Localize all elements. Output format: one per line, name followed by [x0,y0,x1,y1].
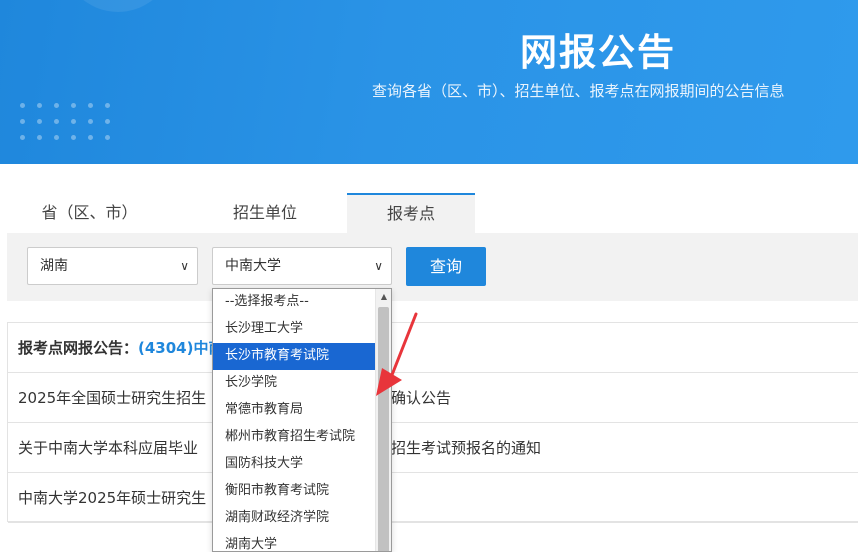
tab-exam-site[interactable]: 报考点 [347,193,475,233]
decorative-dot [88,135,93,140]
dropdown-option[interactable]: 长沙理工大学 [213,316,375,343]
dropdown-option-selected[interactable]: 长沙市教育考试院 [213,343,375,370]
dropdown-option[interactable]: 衡阳市教育考试院 [213,478,375,505]
decorative-dot [105,135,110,140]
tab-institution[interactable]: 招生单位 [181,194,349,232]
dropdown-option[interactable]: 湖南大学 [213,532,375,551]
dropdown-option[interactable]: 国防科技大学 [213,451,375,478]
dropdown-option[interactable]: 湖南财政经济学院 [213,505,375,532]
province-select[interactable]: 湖南 ∨ [27,247,198,285]
query-button[interactable]: 查询 [406,247,486,286]
notice-table: 报考点网报公告：(4304)中南 2025年全国硕士研究生招生 确认公告 关于中… [7,322,858,523]
notice-row-title-start[interactable]: 中南大学2025年硕士研究生 [18,489,206,507]
decorative-dot [54,103,59,108]
decorative-dot [54,119,59,124]
scroll-up-arrow-icon[interactable]: ▲ [376,289,391,305]
page-title: 网报公告 [520,31,676,74]
decorative-dot [37,103,42,108]
decorative-dot [71,135,76,140]
table-header-code: (4304)中南 [138,339,224,357]
decorative-dot [20,103,25,108]
chevron-down-icon: ∨ [180,259,189,273]
page-subtitle: 查询各省（区、市）、招生单位、报考点在网报期间的公告信息 [372,82,785,100]
page-banner: 网报公告 查询各省（区、市）、招生单位、报考点在网报期间的公告信息 [0,0,858,164]
decorative-dots [20,103,130,151]
decorative-dot [71,103,76,108]
decorative-dot [88,119,93,124]
notice-row[interactable]: 中南大学2025年硕士研究生 [8,473,858,523]
notice-row[interactable]: 关于中南大学本科应届毕业 招生考试预报名的通知 [8,423,858,473]
table-header: 报考点网报公告：(4304)中南 [8,323,858,373]
notice-row[interactable]: 2025年全国硕士研究生招生 确认公告 [8,373,858,423]
exam-site-dropdown-list[interactable]: --选择报考点-- 长沙理工大学 长沙市教育考试院 长沙学院 常德市教育局 郴州… [212,288,392,552]
dropdown-option[interactable]: 长沙学院 [213,370,375,397]
table-header-label: 报考点网报公告： [18,339,139,357]
decorative-dot [37,119,42,124]
decorative-dot [54,135,59,140]
decorative-dot [71,119,76,124]
notice-row-title-end[interactable]: 招生考试预报名的通知 [391,423,541,473]
decorative-dot [20,119,25,124]
decorative-dot [37,135,42,140]
notice-row-title-start[interactable]: 2025年全国硕士研究生招生 [18,389,206,407]
decorative-dot [88,103,93,108]
dropdown-option[interactable]: 郴州市教育招生考试院 [213,424,375,451]
chevron-down-icon: ∨ [374,259,383,273]
red-arrow-icon [376,312,418,396]
notice-row-title-start[interactable]: 关于中南大学本科应届毕业 [18,439,198,457]
decorative-dot [105,119,110,124]
tab-province[interactable]: 省（区、市） [7,194,172,232]
exam-site-select[interactable]: 中南大学 ∨ [212,247,392,285]
decorative-circle [62,0,174,12]
province-select-value: 湖南 [40,258,68,274]
exam-site-select-value: 中南大学 [225,258,281,274]
decorative-dot [20,135,25,140]
decorative-dot [105,103,110,108]
dropdown-option[interactable]: 常德市教育局 [213,397,375,424]
dropdown-option[interactable]: --选择报考点-- [213,289,375,316]
